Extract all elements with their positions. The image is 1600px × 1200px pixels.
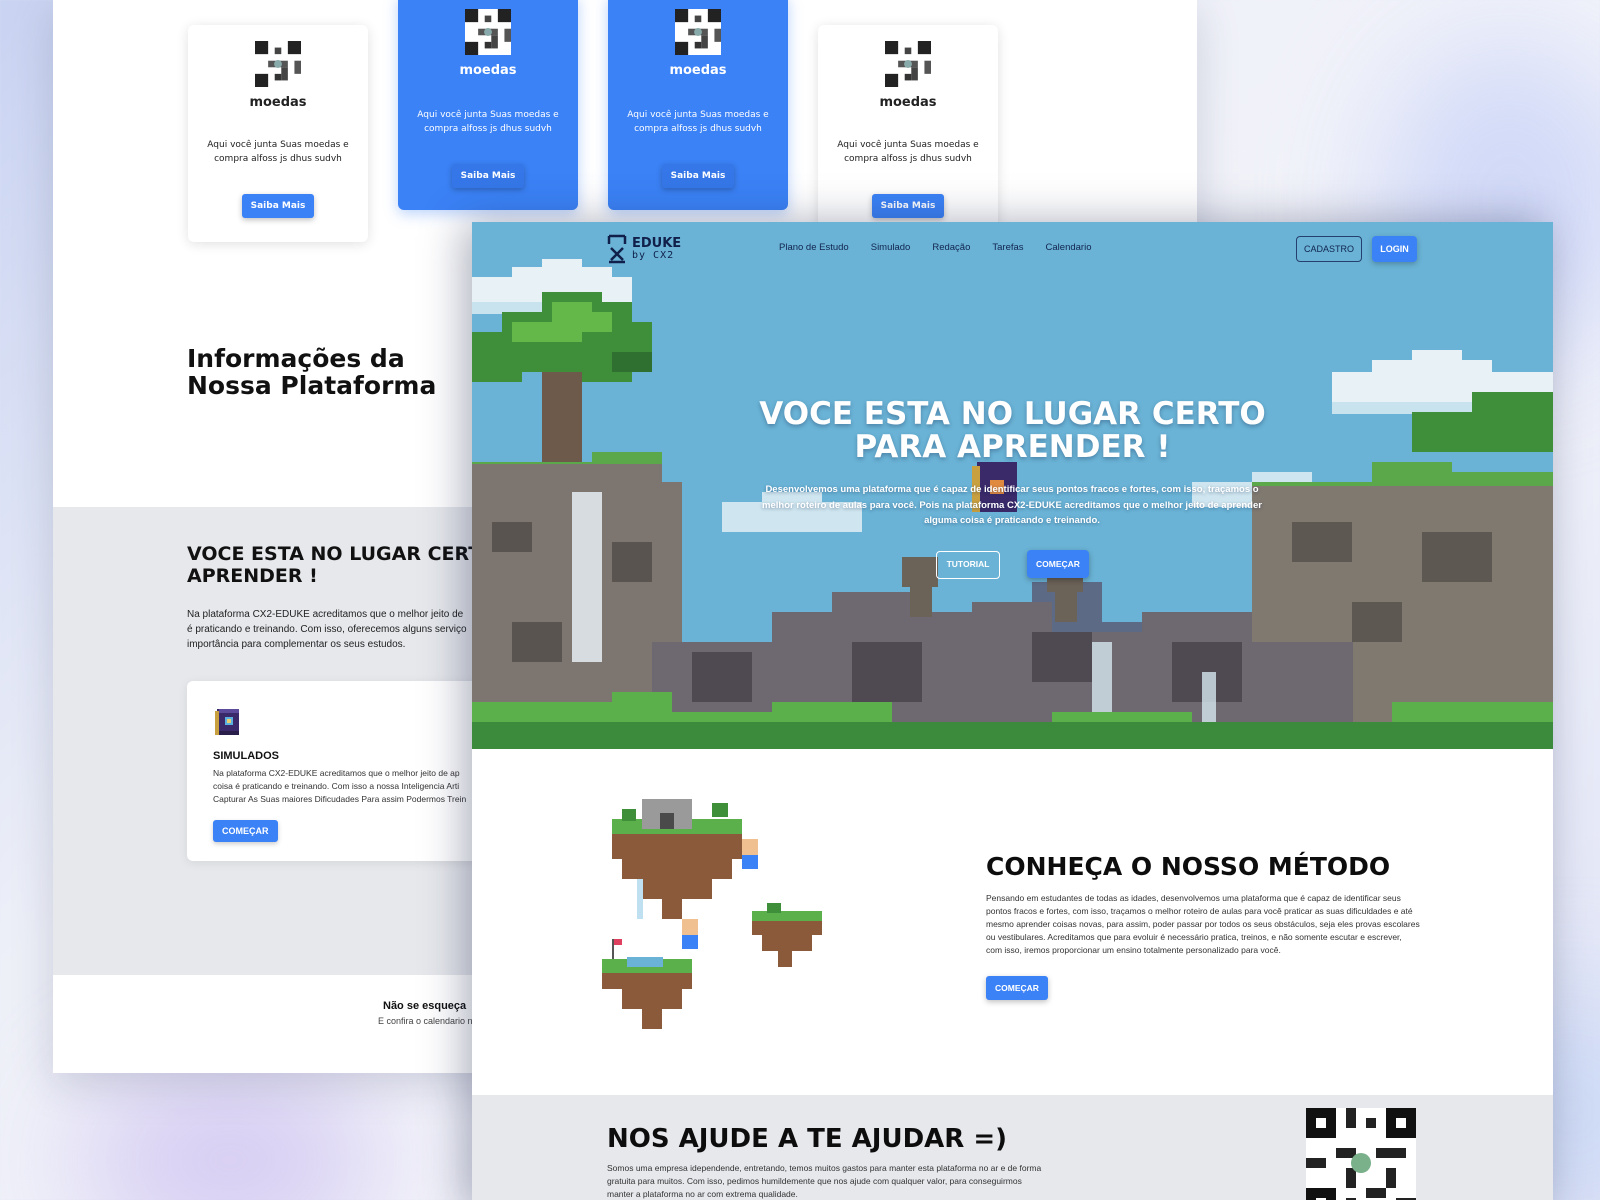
nav-plano-de-estudo[interactable]: Plano de Estudo	[779, 242, 849, 253]
hero-title-line: VOCE ESTA NO LUGAR CERTO	[759, 396, 1266, 432]
reminder-title: Não se esqueça	[383, 1000, 467, 1012]
info-section-title: Informações da Nossa Plataforma	[187, 345, 436, 399]
front-page-preview: EDUKE by CX2 Plano de Estudo Simulado Re…	[472, 222, 1553, 1200]
info-title-line: Nossa Plataforma	[187, 371, 437, 400]
qr-code-icon	[465, 9, 511, 55]
cx2-logo-icon	[607, 234, 627, 264]
help-title: NOS AJUDE A TE AJUDAR =)	[607, 1124, 1008, 1154]
nav-calendario[interactable]: Calendario	[1046, 242, 1092, 253]
qr-code-icon	[675, 9, 721, 55]
reminder-subtitle: E confira o calendario n	[378, 1016, 473, 1026]
nav-redacao[interactable]: Redação	[932, 242, 970, 253]
coin-card-description: Aqui você junta Suas moedas e compra alf…	[207, 140, 349, 164]
saiba-mais-button[interactable]: Saiba Mais	[661, 164, 735, 188]
qr-code-icon	[885, 41, 931, 87]
hero-section: EDUKE by CX2 Plano de Estudo Simulado Re…	[472, 222, 1553, 749]
cadastro-button[interactable]: CADASTRO	[1296, 236, 1362, 262]
coin-card-title: moedas	[669, 63, 727, 78]
simulados-text: Na plataforma CX2-EDUKE acreditamos que …	[213, 767, 473, 806]
text-line: é praticando e treinando. Com isso, ofer…	[187, 624, 467, 635]
saiba-mais-button[interactable]: Saiba Mais	[871, 194, 945, 218]
eduke-logo[interactable]: EDUKE by CX2	[607, 234, 681, 264]
metodo-start-button[interactable]: COMEÇAR	[986, 976, 1048, 1000]
book-icon	[215, 709, 239, 735]
text-line: Na plataforma CX2-EDUKE acreditamos que …	[213, 768, 460, 778]
hero-description: Desenvolvemos uma plataforma que é capaz…	[762, 484, 1262, 526]
logo-title: EDUKE	[632, 235, 682, 251]
coin-card: moedas Aqui você junta Suas moedas e com…	[398, 0, 578, 210]
metodo-text: Pensando em estudantes de todas as idade…	[986, 893, 1420, 955]
saiba-mais-button[interactable]: Saiba Mais	[241, 194, 315, 218]
nav-tarefas[interactable]: Tarefas	[992, 242, 1023, 253]
logo-subtitle: by CX2	[632, 249, 675, 261]
donation-qr-code-icon	[1306, 1108, 1416, 1200]
coin-card-title: moedas	[459, 63, 517, 78]
coin-card-description: Aqui você junta Suas moedas e compra alf…	[837, 140, 979, 164]
floating-islands-illustration	[602, 799, 822, 1029]
hero-title-line: PARA APRENDER !	[854, 429, 1171, 465]
text-line: Na plataforma CX2-EDUKE acreditamos que …	[187, 609, 464, 620]
coin-card: moedas Aqui você junta Suas moedas e com…	[818, 25, 998, 242]
info-title-line: Informações da	[187, 344, 405, 373]
saiba-mais-button[interactable]: Saiba Mais	[451, 164, 525, 188]
tutorial-button[interactable]: TUTORIAL	[936, 551, 1000, 579]
simulados-title: SIMULADOS	[213, 750, 279, 762]
text-line: Capturar As Suas maiores Dificudades Par…	[213, 794, 467, 804]
coin-card-title: moedas	[879, 95, 937, 110]
qr-code-icon	[255, 41, 301, 87]
coin-card-description: Aqui você junta Suas moedas e compra alf…	[417, 110, 559, 134]
hero-title: VOCE ESTA NO LUGAR CERTO PARA APRENDER !	[472, 398, 1553, 464]
coin-card-title: moedas	[249, 95, 307, 110]
text-line: importância para complementar os seus es…	[187, 639, 406, 650]
hero-start-button[interactable]: COMEÇAR	[1027, 550, 1089, 578]
login-button[interactable]: LOGIN	[1372, 236, 1417, 262]
coin-card: moedas Aqui você junta Suas moedas e com…	[608, 0, 788, 210]
simulados-start-button[interactable]: COMEÇAR	[213, 820, 278, 842]
coin-card: moedas Aqui você junta Suas moedas e com…	[188, 25, 368, 242]
back-hero-text: Na plataforma CX2-EDUKE acreditamos que …	[187, 607, 507, 652]
help-text: Somos uma empresa idependende, entretand…	[607, 1163, 1042, 1199]
coin-card-description: Aqui você junta Suas moedas e compra alf…	[627, 110, 769, 134]
main-nav: Plano de Estudo Simulado Redação Tarefas…	[779, 242, 1091, 253]
text-line: coisa é praticando e treinando. Com isso…	[213, 781, 460, 791]
nav-simulado[interactable]: Simulado	[871, 242, 911, 253]
metodo-title: CONHEÇA O NOSSO MÉTODO	[986, 852, 1391, 881]
